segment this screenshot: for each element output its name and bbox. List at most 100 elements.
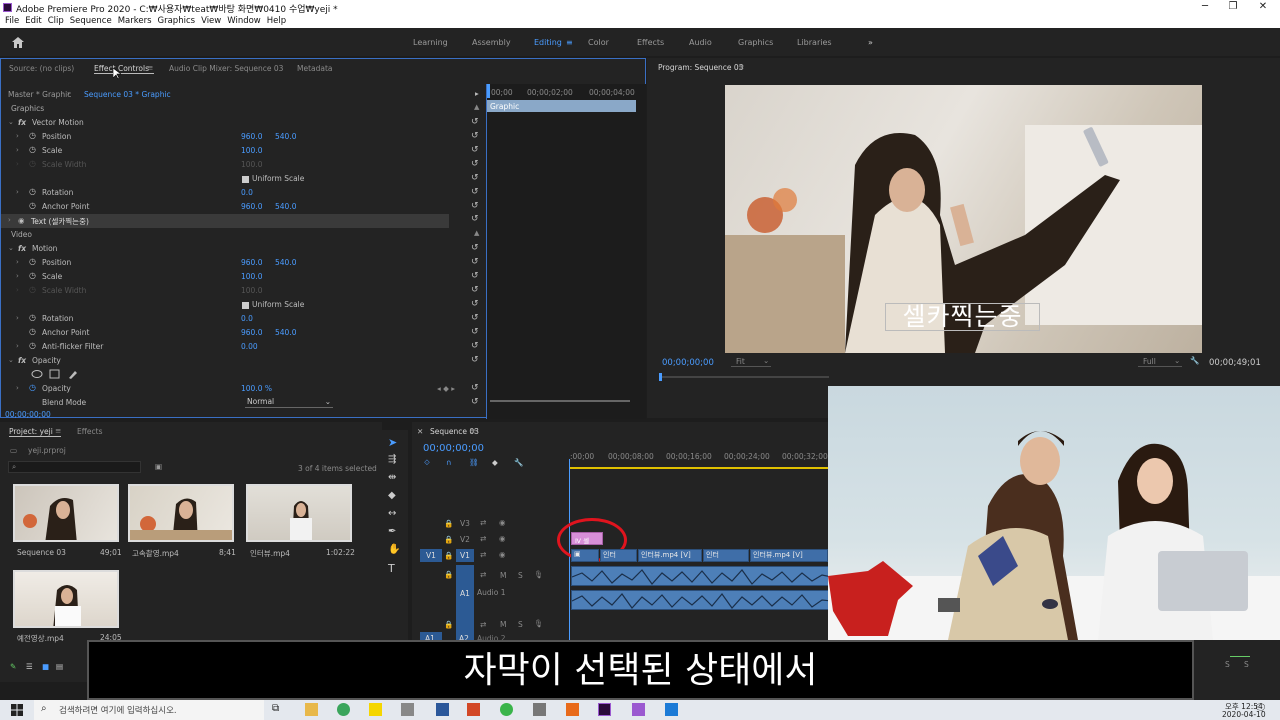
m-antiflicker-row[interactable]: › ◷ Anti-flicker Filter 0.00 ↺ [1, 340, 485, 354]
collapse-icon[interactable]: ▲ [474, 229, 479, 237]
zoom-scrollbar[interactable] [490, 400, 630, 402]
stopwatch-icon[interactable]: ◷ [29, 145, 36, 154]
windows-start-icon[interactable] [11, 704, 23, 716]
workspace-libraries[interactable]: Libraries [797, 38, 832, 47]
reset-icon[interactable]: ↺ [471, 145, 479, 155]
m-scale-row[interactable]: › ◷ Scale 100.0 ↺ [1, 270, 485, 284]
premiere-taskbar-icon[interactable] [598, 703, 611, 716]
solo-button[interactable]: S [1244, 660, 1249, 669]
snap-icon[interactable]: ∩ [446, 458, 452, 467]
video-caption-text[interactable]: 셀카찍는중 [885, 303, 1040, 331]
playhead[interactable] [487, 84, 490, 98]
reset-icon[interactable]: ↺ [471, 131, 479, 141]
menu-sequence[interactable]: Sequence [70, 15, 112, 28]
program-scrubber[interactable] [659, 376, 829, 378]
program-timecode[interactable]: 00;00;00;00 [662, 358, 714, 368]
a1-audio-clip-top[interactable] [571, 566, 831, 586]
reset-icon[interactable]: ↺ [471, 383, 479, 393]
stopwatch-icon[interactable]: ◷ [29, 383, 36, 392]
microphone-icon[interactable]: 🎙 [534, 570, 544, 579]
play-triangle-icon[interactable]: ▸ [475, 89, 479, 98]
stopwatch-icon[interactable]: ◷ [29, 257, 36, 266]
tab-project[interactable]: Project: yeji [9, 427, 53, 436]
project-item-old-video[interactable] [13, 570, 119, 628]
solo-button[interactable]: S [518, 571, 523, 580]
linked-selection-icon[interactable]: ⛓ [469, 458, 479, 467]
m-position-row[interactable]: › ◷ Position 960.0 540.0 ↺ [1, 256, 485, 270]
list-view-icon[interactable]: ☰ [26, 662, 33, 671]
reset-icon[interactable]: ↺ [471, 257, 479, 267]
menu-window[interactable]: Window [227, 15, 261, 28]
panel-menu-icon[interactable]: ≡ [470, 426, 476, 435]
stopwatch-icon[interactable]: ◷ [29, 327, 36, 336]
reset-icon[interactable]: ↺ [471, 341, 479, 351]
lock-icon[interactable]: 🔒 [444, 535, 453, 544]
reset-icon[interactable]: ↺ [471, 187, 479, 197]
m-anchor-row[interactable]: ◷ Anchor Point 960.0 540.0 ↺ [1, 326, 485, 340]
reset-icon[interactable]: ↺ [471, 173, 479, 183]
menu-help[interactable]: Help [267, 15, 286, 28]
v1-track-target[interactable]: V1 [456, 549, 474, 562]
zoom-select[interactable]: Fit ⌄ [731, 356, 771, 367]
close-button[interactable]: ✕ [1248, 0, 1278, 15]
mute-button[interactable]: M [500, 571, 506, 580]
close-tab-icon[interactable]: ✕ [417, 427, 423, 436]
motion-row[interactable]: ⌄ fx Motion ↺ [1, 242, 485, 256]
sync-lock-icon[interactable]: ⇄ [480, 534, 486, 543]
opacity-row[interactable]: › ◷ Opacity 100.0 % ◂ ◆ ▸ ↺ [1, 382, 485, 396]
nest-icon[interactable]: ⟐ [424, 458, 430, 468]
tab-effects[interactable]: Effects [77, 427, 103, 436]
uniform-scale-checkbox[interactable] [242, 175, 249, 183]
app-orange-icon[interactable] [566, 703, 579, 716]
microphone-icon[interactable]: 🎙 [534, 619, 544, 628]
graphic-clip-bar[interactable]: Graphic [487, 100, 636, 112]
tab-effect-controls[interactable]: Effect Controls [94, 64, 149, 73]
solo-button[interactable]: S [1225, 660, 1230, 669]
sync-lock-icon[interactable]: ⇄ [480, 518, 486, 527]
project-item-highspeed[interactable] [128, 484, 234, 542]
timeline-timecode[interactable]: 00;00;00;00 [423, 443, 484, 454]
selection-tool-icon[interactable]: ➤ [388, 436, 397, 449]
tab-metadata[interactable]: Metadata [297, 64, 333, 73]
home-icon[interactable] [12, 37, 24, 48]
app-green-icon[interactable] [500, 703, 513, 716]
sync-lock-icon[interactable]: ⇄ [480, 550, 486, 559]
chrome-icon[interactable] [337, 703, 350, 716]
stopwatch-icon[interactable]: ◷ [29, 131, 36, 140]
reset-icon[interactable]: ↺ [471, 355, 479, 365]
lock-icon[interactable]: 🔒 [444, 519, 453, 528]
pen-tool-icon[interactable]: ✒ [388, 526, 396, 537]
maximize-button[interactable]: ❐ [1218, 0, 1248, 15]
vm-scale-row[interactable]: › ◷ Scale 100.0 ↺ [1, 144, 485, 158]
solo-button[interactable]: S [518, 620, 523, 629]
powerpoint-icon[interactable] [467, 703, 480, 716]
keyframe-nav-icon[interactable]: ◂ ◆ ▸ [437, 384, 455, 393]
razor-tool-icon[interactable]: ◆ [388, 490, 396, 501]
blend-mode-select[interactable]: Normal ⌄ [245, 397, 333, 408]
reset-icon[interactable]: ↺ [471, 201, 479, 211]
type-tool-icon[interactable]: T [388, 562, 395, 575]
opacity-group-row[interactable]: ⌄ fx Opacity ↺ [1, 354, 485, 368]
reset-icon[interactable]: ↺ [471, 327, 479, 337]
workspace-audio[interactable]: Audio [689, 38, 712, 47]
panel-menu-icon[interactable]: ≡ [738, 62, 744, 71]
tab-source[interactable]: Source: (no clips) [9, 64, 74, 73]
eye-icon[interactable]: ◉ [18, 216, 25, 225]
m-uniform-scale-row[interactable]: Uniform Scale ↺ [1, 298, 485, 312]
workspace-effects[interactable]: Effects [637, 38, 664, 47]
v1-clip[interactable]: 인터뷰.mp4 [V] [750, 549, 828, 562]
a1-audio-clip-bottom[interactable] [571, 590, 831, 610]
reset-icon[interactable]: ↺ [471, 117, 479, 127]
panel-menu-icon[interactable]: ≡ [55, 426, 61, 435]
eye-icon[interactable]: ◉ [499, 550, 506, 559]
vector-motion-row[interactable]: ⌄ fx Vector Motion ↺ [1, 116, 485, 130]
menu-markers[interactable]: Markers [118, 15, 152, 28]
reset-icon[interactable]: ↺ [471, 397, 479, 407]
quality-select[interactable]: Full ⌄ [1138, 356, 1182, 367]
v1-clip-start[interactable]: ▣ [571, 549, 599, 562]
program-title[interactable]: Program: Sequence 03 [658, 63, 743, 72]
file-explorer-icon[interactable] [305, 703, 318, 716]
kakaotalk-icon[interactable] [369, 703, 382, 716]
reset-icon[interactable]: ↺ [471, 159, 479, 169]
wrench-icon[interactable]: 🔧 [1190, 356, 1199, 365]
